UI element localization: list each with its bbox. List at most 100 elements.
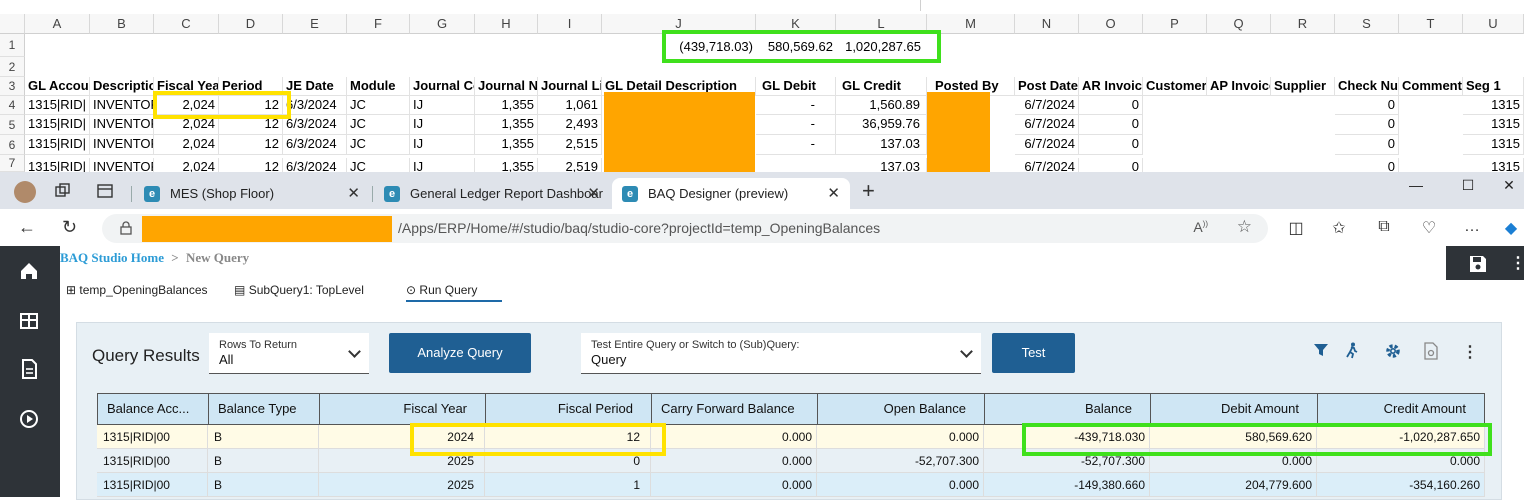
col-header-h[interactable]: H bbox=[475, 14, 538, 34]
cell-fiscal-year[interactable]: 2,024 bbox=[154, 135, 219, 155]
row-header-2[interactable]: 2 bbox=[0, 57, 25, 77]
tab-actions-icon[interactable] bbox=[96, 182, 114, 200]
cell-period[interactable]: 12 bbox=[219, 158, 283, 172]
cell-ar-invoice[interactable]: 0 bbox=[1079, 96, 1143, 115]
hdr-post-date[interactable]: Post Date bbox=[1015, 77, 1079, 96]
cell-journal-line[interactable]: 2,515 bbox=[538, 135, 602, 155]
col-header-e[interactable]: E bbox=[283, 14, 347, 34]
more-menu-icon[interactable]: ⋮ bbox=[1510, 253, 1524, 273]
cell-journal-code[interactable]: IJ bbox=[410, 115, 475, 135]
gear-icon[interactable] bbox=[1384, 342, 1402, 360]
hdr-je-date[interactable]: JE Date bbox=[283, 77, 347, 96]
back-arrow-icon[interactable]: ← bbox=[18, 217, 36, 238]
cell-journal-line[interactable]: 1,061 bbox=[538, 96, 602, 115]
cell-seg-1[interactable]: 1315 bbox=[1463, 96, 1524, 115]
rows-to-return-select[interactable]: Rows To Return All bbox=[209, 333, 369, 374]
cell-open-balance[interactable]: 0.000 bbox=[817, 425, 984, 449]
url-field[interactable]: /Apps/ERP/Home/#/studio/baq/studio-core?… bbox=[102, 214, 1268, 243]
cell-check-num[interactable]: 0 bbox=[1335, 96, 1399, 115]
cell-gl-debit[interactable]: - bbox=[756, 96, 836, 115]
subtab-temp-openingbalances[interactable]: ⊞ temp_OpeningBalances bbox=[66, 283, 208, 297]
breadcrumb-home-link[interactable]: BAQ Studio Home bbox=[60, 250, 164, 265]
cell-check-num[interactable]: 0 bbox=[1335, 135, 1399, 155]
cell-gl-credit[interactable]: 137.03 bbox=[836, 135, 927, 155]
row-header-6[interactable]: 6 bbox=[0, 135, 25, 155]
cell-je-date[interactable]: 6/3/2024 bbox=[283, 158, 347, 172]
cell-description[interactable]: INVENTOF bbox=[90, 158, 154, 172]
col-header-u[interactable]: U bbox=[1463, 14, 1524, 34]
col-balance-account[interactable]: Balance Acc... bbox=[97, 393, 209, 425]
col-header-c[interactable]: C bbox=[154, 14, 219, 34]
tab-baq-designer[interactable]: e BAQ Designer (preview) ✕ bbox=[612, 178, 850, 209]
favorites-icon[interactable]: ✩ bbox=[1328, 218, 1350, 238]
cell-journal-line[interactable]: 2,493 bbox=[538, 115, 602, 135]
hdr-seg-1[interactable]: Seg 1 bbox=[1463, 77, 1524, 96]
hdr-supplier[interactable]: Supplier bbox=[1271, 77, 1335, 96]
profile-avatar[interactable] bbox=[14, 181, 36, 203]
cell-module[interactable]: JC bbox=[347, 135, 410, 155]
maximize-button[interactable]: ☐ bbox=[1448, 172, 1488, 198]
cell-post-date[interactable]: 6/7/2024 bbox=[1015, 158, 1079, 172]
cell-ar-invoice[interactable]: 0 bbox=[1079, 158, 1143, 172]
cell-carry-forward[interactable]: 0.000 bbox=[651, 449, 817, 473]
col-header-a[interactable]: A bbox=[25, 14, 90, 34]
cell-fiscal-year[interactable]: 2025 bbox=[319, 473, 485, 497]
save-icon[interactable] bbox=[1468, 254, 1488, 274]
split-screen-icon[interactable]: ◫ bbox=[1285, 218, 1307, 238]
col-header-p[interactable]: P bbox=[1143, 14, 1207, 34]
cell-module[interactable]: JC bbox=[347, 115, 410, 135]
cell-period[interactable]: 12 bbox=[219, 135, 283, 155]
col-header-d[interactable]: D bbox=[219, 14, 283, 34]
cell-fiscal-period[interactable]: 1 bbox=[485, 473, 651, 497]
row-header-7[interactable]: 7 bbox=[0, 155, 25, 172]
col-header-f[interactable]: F bbox=[347, 14, 410, 34]
hdr-gl-debit[interactable]: GL Debit bbox=[756, 77, 836, 96]
cell-module[interactable]: JC bbox=[347, 158, 410, 172]
read-aloud-icon[interactable]: A)) bbox=[1193, 219, 1208, 235]
filter-icon[interactable] bbox=[1313, 342, 1331, 360]
hdr-gl-credit[interactable]: GL Credit bbox=[836, 77, 927, 96]
cell-ar-invoice[interactable]: 0 bbox=[1079, 135, 1143, 155]
cell-journal-num[interactable]: 1,355 bbox=[475, 158, 538, 172]
col-header-q[interactable]: Q bbox=[1207, 14, 1271, 34]
tab-general-ledger[interactable]: e General Ledger Report Dashboar ✕ bbox=[374, 178, 610, 209]
subtab-run-query[interactable]: ⊙ Run Query bbox=[406, 283, 502, 302]
cell-je-date[interactable]: 6/3/2024 bbox=[283, 96, 347, 115]
select-all-corner[interactable] bbox=[0, 14, 25, 34]
collections-icon[interactable]: ⧉ bbox=[1373, 218, 1395, 236]
cell-je-date[interactable]: 6/3/2024 bbox=[283, 135, 347, 155]
cell-description[interactable]: INVENTOR bbox=[90, 96, 154, 115]
subquery-select[interactable]: Test Entire Query or Switch to (Sub)Quer… bbox=[581, 333, 981, 374]
cell-account[interactable]: 1315|RID| bbox=[25, 115, 90, 135]
hdr-journal-line[interactable]: Journal Lin bbox=[538, 77, 602, 96]
workspaces-icon[interactable] bbox=[54, 182, 72, 200]
col-header-g[interactable]: G bbox=[410, 14, 475, 34]
cell-balance-type[interactable]: B bbox=[208, 425, 319, 449]
cell-description[interactable]: INVENTOR bbox=[90, 135, 154, 155]
col-balance-type[interactable]: Balance Type bbox=[208, 393, 320, 425]
export-icon[interactable] bbox=[1423, 342, 1441, 360]
col-carry-forward-balance[interactable]: Carry Forward Balance bbox=[651, 393, 818, 425]
row-header-5[interactable]: 5 bbox=[0, 115, 25, 135]
cell-journal-num[interactable]: 1,355 bbox=[475, 115, 538, 135]
copilot-icon[interactable]: ◆ bbox=[1500, 218, 1522, 238]
cell-post-date[interactable]: 6/7/2024 bbox=[1015, 96, 1079, 115]
cell-balance-account[interactable]: 1315|RID|00 bbox=[97, 425, 208, 449]
panel-more-icon[interactable]: ⋮ bbox=[1462, 342, 1480, 361]
cell-gl-debit[interactable]: - bbox=[756, 115, 836, 135]
cell-account[interactable]: 1315|RID| bbox=[25, 135, 90, 155]
cell-open-balance[interactable]: 0.000 bbox=[817, 473, 984, 497]
hdr-gl-account[interactable]: GL Accoun bbox=[25, 77, 90, 96]
refresh-icon[interactable]: ↻ bbox=[62, 217, 77, 238]
hdr-module[interactable]: Module bbox=[347, 77, 410, 96]
cell-account[interactable]: 1315|RID| bbox=[25, 158, 90, 172]
col-header-b[interactable]: B bbox=[90, 14, 154, 34]
close-icon[interactable]: ✕ bbox=[587, 178, 600, 209]
cell-module[interactable]: JC bbox=[347, 96, 410, 115]
cell-journal-code[interactable]: IJ bbox=[410, 96, 475, 115]
test-button[interactable]: Test bbox=[992, 333, 1075, 373]
close-icon[interactable]: ✕ bbox=[827, 178, 840, 209]
cell-post-date[interactable]: 6/7/2024 bbox=[1015, 115, 1079, 135]
col-header-n[interactable]: N bbox=[1015, 14, 1079, 34]
col-open-balance[interactable]: Open Balance bbox=[817, 393, 985, 425]
